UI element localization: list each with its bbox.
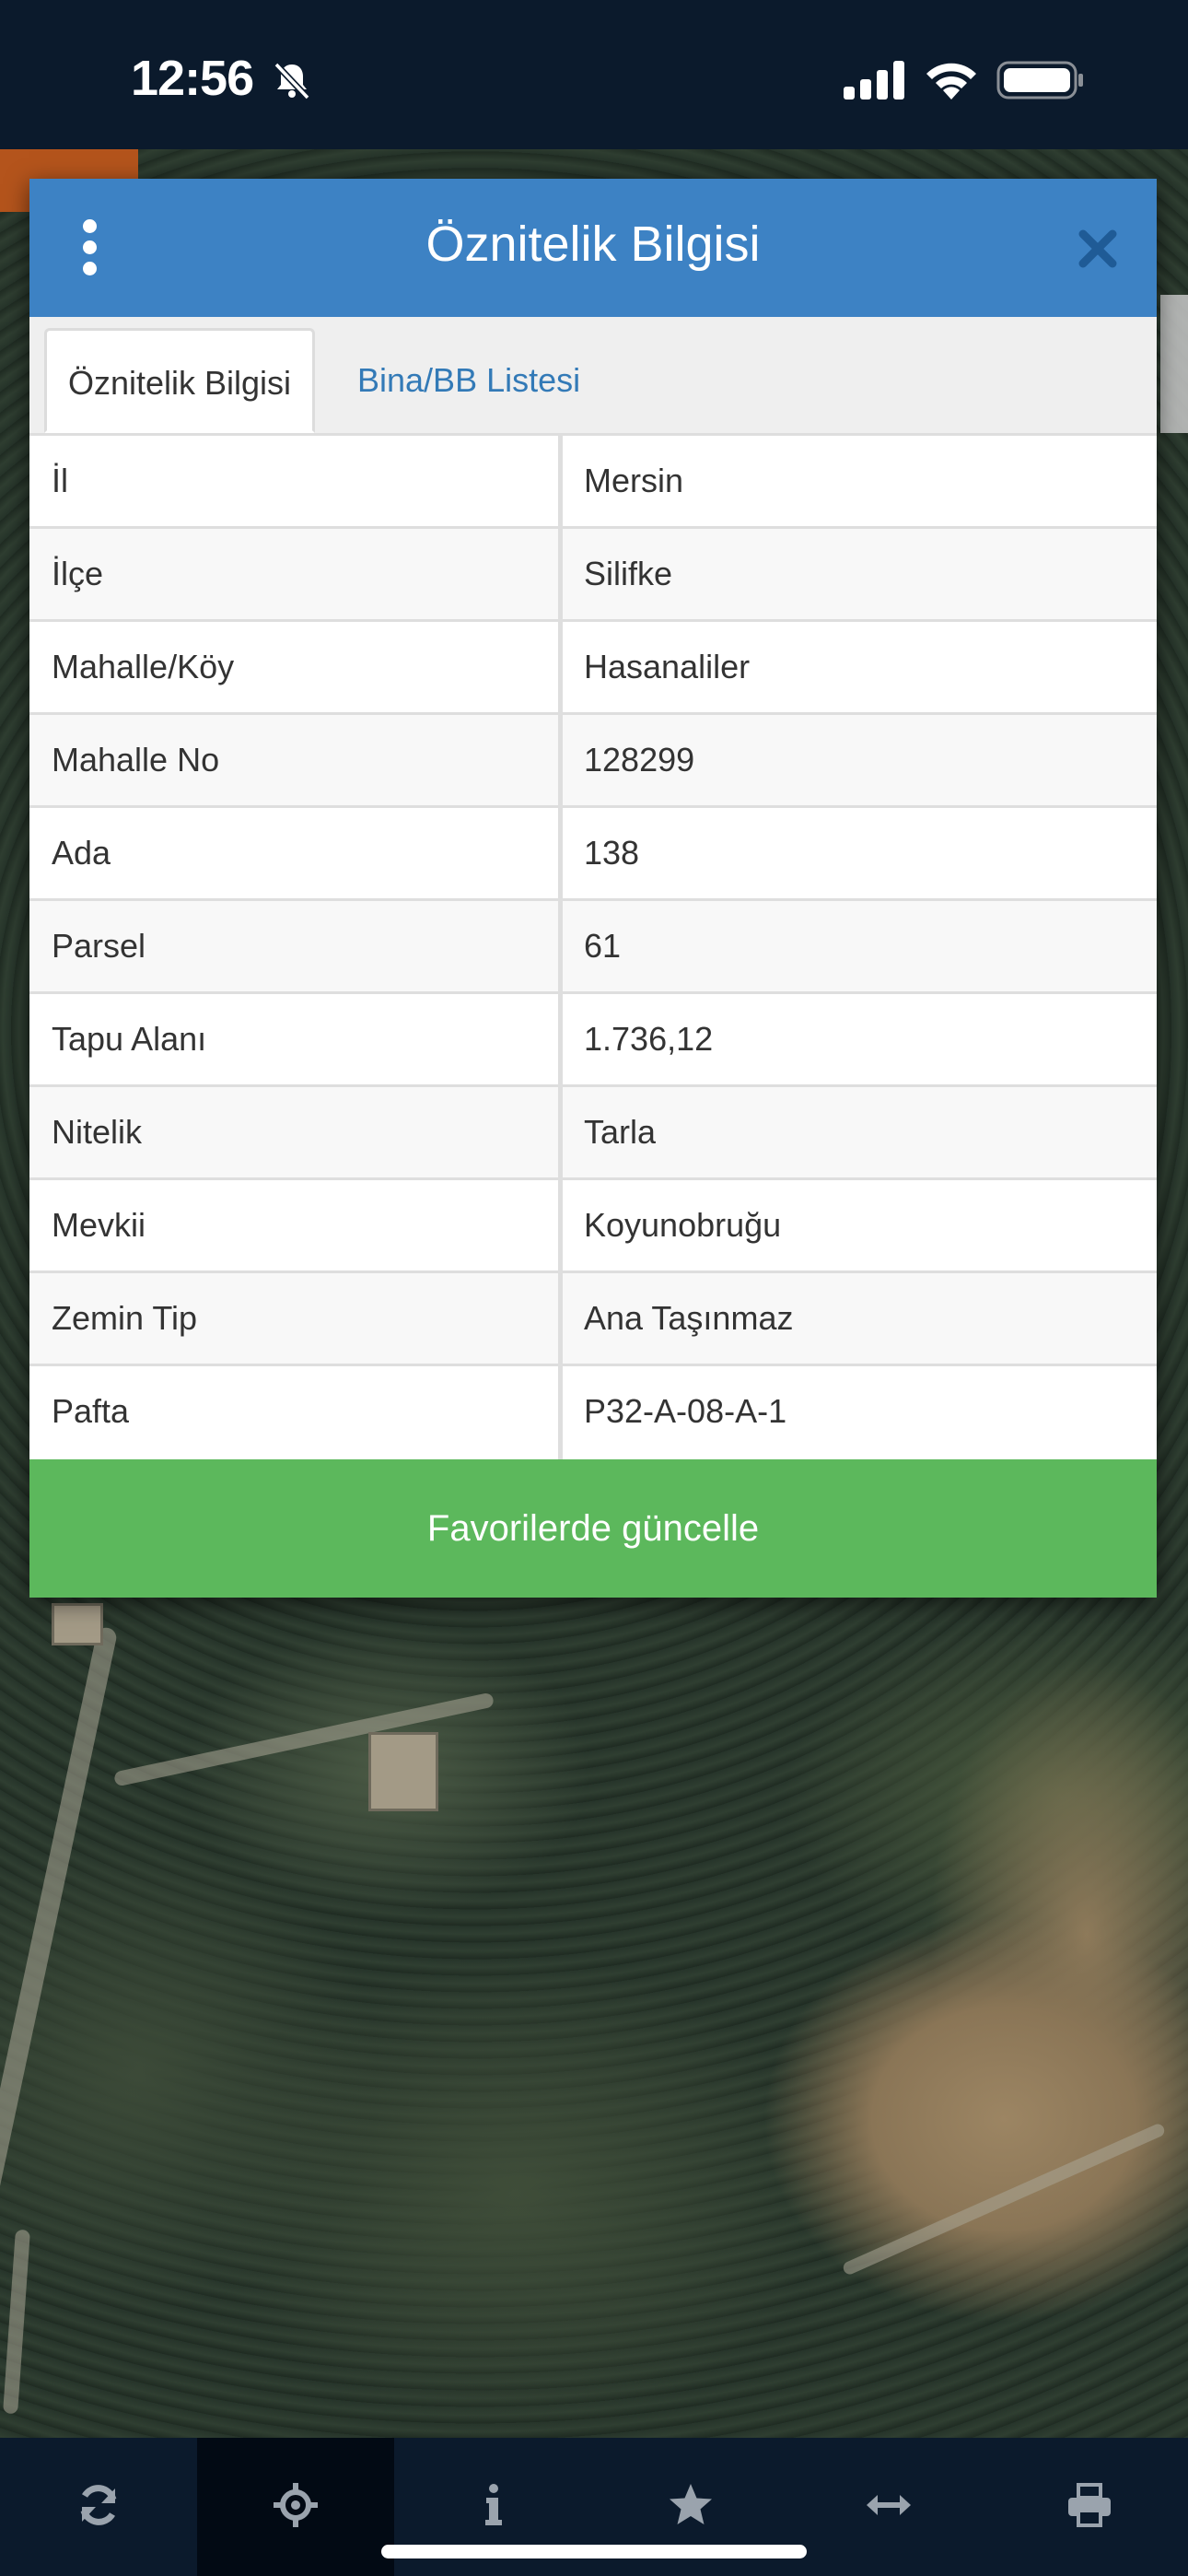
row-value: Mersin [584,462,684,499]
table-row: Parsel 61 [29,898,1157,991]
modal-title: Öznitelik Bilgisi [425,217,761,272]
measure-arrows-icon [867,2495,911,2515]
row-value: Hasanaliler [584,648,751,685]
row-label: Parsel [52,927,146,965]
row-label: Ada [52,834,111,872]
cell-divider [558,1273,563,1364]
cell-divider [558,622,563,712]
map-road [0,1625,119,2207]
cell-divider [558,901,563,991]
table-row: Zemin Tip Ana Taşınmaz [29,1270,1157,1364]
row-label: Pafta [52,1392,130,1430]
table-row: Nitelik Tarla [29,1084,1157,1177]
table-row: Mahalle/Köy Hasanaliler [29,619,1157,712]
row-label: Zemin Tip [52,1299,198,1337]
cell-divider [558,1180,563,1270]
table-row: Ada 138 [29,805,1157,898]
modal-header: Öznitelik Bilgisi [29,179,1157,317]
toolbar-refresh-button[interactable] [0,2438,197,2576]
table-row: Pafta P32-A-08-A-1 [29,1364,1157,1459]
map-road [841,2122,1167,2277]
row-label: Tapu Alanı [52,1020,207,1058]
print-icon [1068,2483,1111,2527]
battery-icon [996,61,1083,100]
tab-bar: Öznitelik Bilgisi Bina/BB Listesi [29,317,1157,436]
map-building [368,1732,438,1811]
update-favorites-button[interactable]: Favorilerde güncelle [29,1459,1157,1598]
cell-divider [558,436,563,526]
row-label: Mevkii [52,1206,146,1244]
table-row: Tapu Alanı 1.736,12 [29,991,1157,1084]
cell-divider [558,1087,563,1177]
cell-divider [558,994,563,1084]
table-row: İlçe Silifke [29,526,1157,619]
cell-divider [558,1366,563,1459]
row-value: 1.736,12 [584,1020,714,1058]
row-value: 61 [584,927,622,965]
row-label: İl [52,462,68,499]
row-label: Nitelik [52,1113,143,1151]
star-icon [670,2484,712,2524]
tab-attribute-info[interactable]: Öznitelik Bilgisi [44,328,315,433]
close-icon[interactable] [1076,227,1120,271]
row-value: P32-A-08-A-1 [584,1392,787,1430]
cellular-signal-icon [844,61,904,100]
refresh-icon [80,2485,117,2525]
row-value: Ana Taşınmaz [584,1299,794,1337]
table-row: Mevkii Koyunobruğu [29,1177,1157,1270]
cell-divider [558,715,563,805]
table-row: İl Mersin [29,433,1157,526]
toolbar-locate-button[interactable] [197,2438,394,2576]
row-label: Mahalle/Köy [52,648,235,685]
row-value: Silifke [584,555,673,592]
table-row: Mahalle No 128299 [29,712,1157,805]
row-value: 128299 [584,741,695,779]
status-bar: 12:56 [0,0,1188,149]
map-road [3,2229,30,2415]
row-label: Mahalle No [52,741,220,779]
cell-divider [558,808,563,898]
map-building [52,1603,103,1645]
bell-slash-icon [274,62,310,100]
toolbar-print-button[interactable] [991,2438,1188,2576]
row-value: Koyunobruğu [584,1206,782,1244]
home-indicator[interactable] [381,2545,807,2558]
map-side-handle[interactable] [1160,295,1188,433]
crosshair-locate-icon [274,2483,318,2527]
toolbar-measure-button[interactable] [790,2438,987,2576]
row-label: İlçe [52,555,104,592]
cell-divider [558,529,563,619]
attribute-info-modal: Öznitelik Bilgisi Öznitelik Bilgisi Bina… [29,179,1157,1598]
row-value: 138 [584,834,640,872]
status-time: 12:56 [131,51,254,106]
tab-building-list[interactable]: Bina/BB Listesi [333,328,604,433]
wifi-icon [926,63,976,100]
row-value: Tarla [584,1113,657,1151]
info-icon [485,2484,502,2525]
